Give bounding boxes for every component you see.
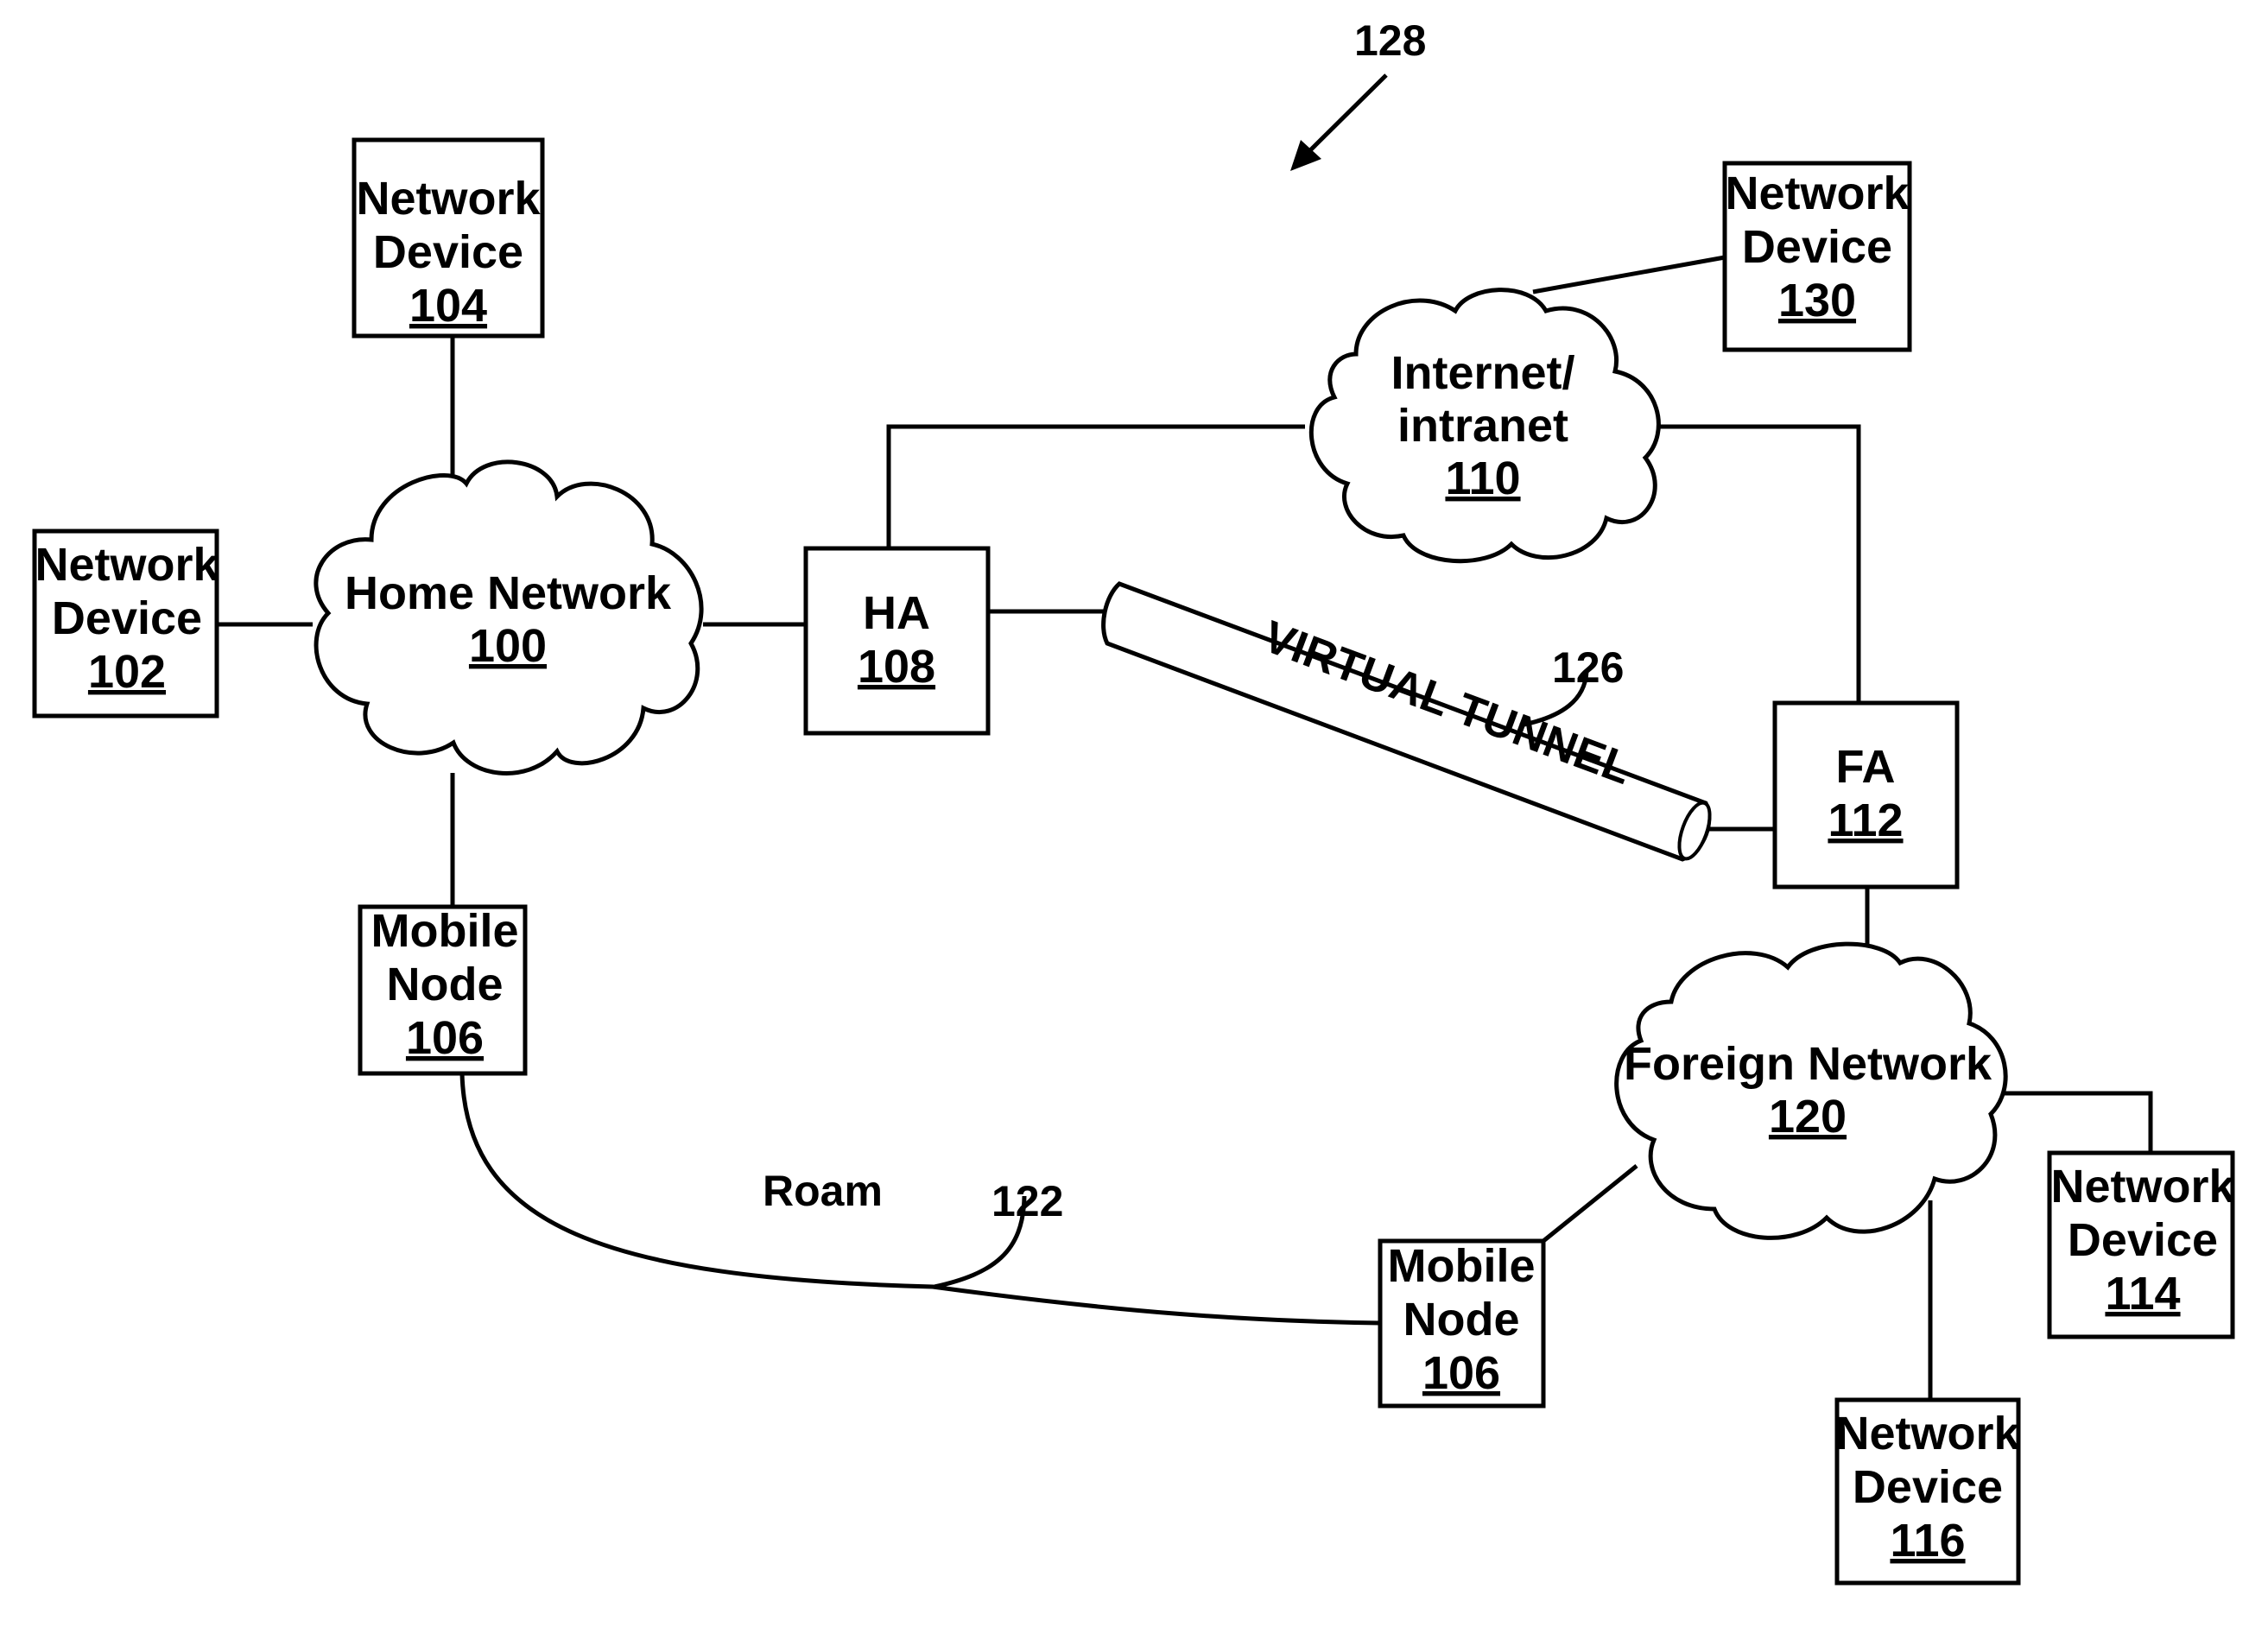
link-foreign-mobile-node xyxy=(1542,1164,1638,1243)
cloud-foreign-title: Foreign Network xyxy=(1624,1038,1992,1090)
cloud-internet-intranet: Internet/ intranet 110 xyxy=(1308,288,1661,564)
node-number: 102 xyxy=(88,646,166,698)
network-diagram: 128 Home Network 100 Internet/ intranet … xyxy=(32,16,2235,1586)
home-agent-108: HA 108 xyxy=(803,546,991,736)
cloud-foreign-number: 120 xyxy=(1769,1091,1847,1143)
node-line2: Node xyxy=(1403,1294,1520,1345)
network-device-130: Network Device 130 xyxy=(1722,161,1912,352)
cloud-home-network: Home Network 100 xyxy=(314,459,704,776)
cloud-foreign-network: Foreign Network 120 xyxy=(1614,941,2008,1240)
node-number: 112 xyxy=(1828,795,1903,846)
figure-reference-label: 128 xyxy=(1354,16,1426,65)
node-line1: Network xyxy=(356,173,541,225)
node-line1: Network xyxy=(1835,1408,2020,1459)
node-number: 106 xyxy=(406,1012,484,1064)
network-device-114: Network Device 114 xyxy=(2047,1150,2235,1339)
node-line2: Device xyxy=(373,226,523,278)
link-internet-nd130 xyxy=(1532,255,1726,294)
tunnel-reference: 126 xyxy=(1552,643,1624,692)
cloud-home-number: 100 xyxy=(469,620,547,672)
node-line2: Device xyxy=(52,592,202,644)
node-number: 106 xyxy=(1422,1347,1500,1399)
network-device-116: Network Device 116 xyxy=(1834,1397,2021,1586)
mobile-node-106-foreign: Mobile Node 106 xyxy=(1378,1238,1546,1409)
node-number: 104 xyxy=(409,280,487,332)
node-line1: Mobile xyxy=(371,905,519,957)
network-device-104: Network Device 104 xyxy=(352,137,545,339)
node-number: 130 xyxy=(1778,275,1856,326)
link-internet-fa xyxy=(1660,424,1861,703)
link-ha-internet xyxy=(886,424,1305,548)
node-line2: Node xyxy=(387,959,504,1010)
foreign-agent-112: FA 112 xyxy=(1772,700,1960,889)
node-line1: Network xyxy=(2050,1161,2235,1212)
node-number: 108 xyxy=(858,641,935,693)
node-number: 116 xyxy=(1890,1515,1965,1567)
node-line2: Device xyxy=(2068,1214,2218,1266)
link-foreign-nd114 xyxy=(2004,1091,2153,1153)
cloud-home-title: Home Network xyxy=(345,567,672,619)
roam-path xyxy=(459,1073,1381,1326)
node-number: 114 xyxy=(2105,1268,2180,1320)
cloud-internet-number: 110 xyxy=(1445,453,1520,504)
node-line2: Device xyxy=(1853,1461,2003,1513)
node-line1: Network xyxy=(35,539,219,591)
reference-arrow-shaft xyxy=(1301,73,1388,160)
network-device-102: Network Device 102 xyxy=(32,529,219,719)
node-line1: HA xyxy=(863,587,930,639)
figure-reference: 128 xyxy=(1290,16,1426,171)
virtual-tunnel: VIRTUAL TUNNEL 126 xyxy=(1101,581,1712,862)
roam-label: Roam xyxy=(763,1167,883,1215)
cloud-internet-line2: intranet xyxy=(1397,400,1568,452)
node-line2: Device xyxy=(1742,221,1892,273)
node-line1: FA xyxy=(1835,741,1895,793)
node-line1: Network xyxy=(1725,168,1910,219)
cloud-internet-line1: Internet/ xyxy=(1391,347,1574,399)
roam-reference: 122 xyxy=(991,1177,1063,1225)
node-line1: Mobile xyxy=(1388,1240,1536,1292)
mobile-node-106-home: Mobile Node 106 xyxy=(358,904,528,1076)
tunnel-body xyxy=(1101,581,1712,862)
